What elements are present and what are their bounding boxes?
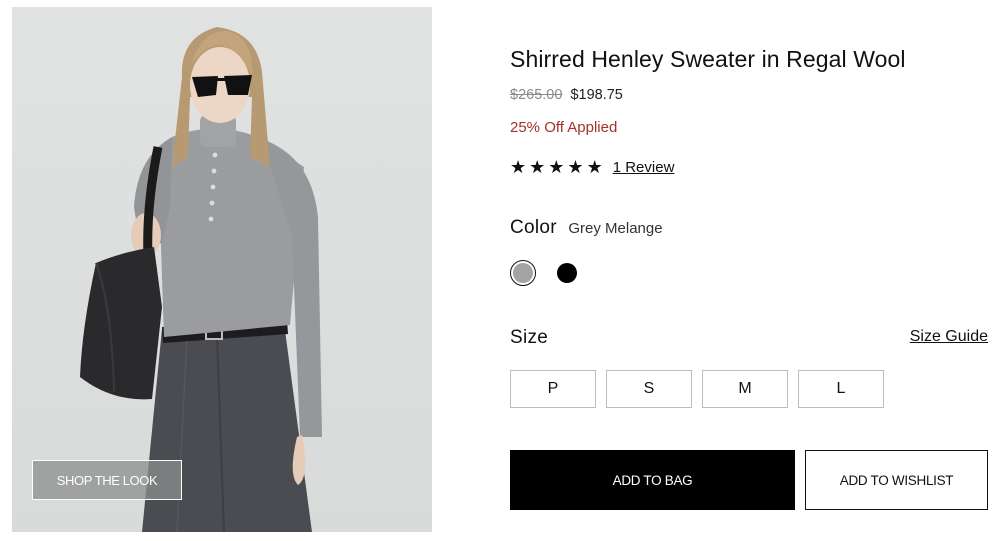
size-guide-link[interactable]: Size Guide — [910, 328, 988, 346]
product-page: SHOP THE LOOK Shirred Henley Sweater in … — [0, 0, 1007, 541]
star-rating: ★ ★ ★ ★ ★ — [510, 156, 603, 178]
size-option-m[interactable]: M — [702, 370, 788, 408]
shop-the-look-button[interactable]: SHOP THE LOOK — [32, 460, 182, 500]
star-icon: ★ — [529, 157, 546, 177]
color-label: Color — [510, 217, 557, 238]
rating: ★ ★ ★ ★ ★ 1 Review — [510, 156, 674, 178]
color-row: Color Grey Melange — [510, 217, 663, 239]
star-icon: ★ — [510, 157, 527, 177]
original-price: $265.00 — [510, 87, 563, 103]
product-image[interactable]: SHOP THE LOOK — [12, 7, 432, 532]
size-option-p[interactable]: P — [510, 370, 596, 408]
reviews-link[interactable]: 1 Review — [613, 159, 675, 176]
size-options: P S M L — [510, 370, 884, 408]
star-icon: ★ — [586, 157, 603, 177]
swatch-fill — [557, 263, 577, 283]
price-row: $265.00 $198.75 — [510, 87, 623, 103]
add-to-bag-button[interactable]: ADD TO BAG — [510, 450, 795, 510]
product-title: Shirred Henley Sweater in Regal Wool — [510, 46, 906, 72]
model-photo-illustration — [80, 27, 322, 532]
size-option-s[interactable]: S — [606, 370, 692, 408]
purchase-actions: ADD TO BAG ADD TO WISHLIST — [510, 450, 988, 510]
color-swatches — [510, 260, 580, 286]
swatch-fill — [513, 263, 533, 283]
star-icon: ★ — [567, 157, 584, 177]
add-to-wishlist-button[interactable]: ADD TO WISHLIST — [805, 450, 988, 510]
discount-text: 25% Off Applied — [510, 119, 618, 136]
star-icon: ★ — [548, 157, 565, 177]
sale-price: $198.75 — [570, 87, 623, 103]
color-swatch-black[interactable] — [554, 260, 580, 286]
color-swatch-grey-melange[interactable] — [510, 260, 536, 286]
size-label: Size — [510, 327, 549, 348]
selected-color-name: Grey Melange — [568, 220, 663, 237]
size-option-l[interactable]: L — [798, 370, 884, 408]
